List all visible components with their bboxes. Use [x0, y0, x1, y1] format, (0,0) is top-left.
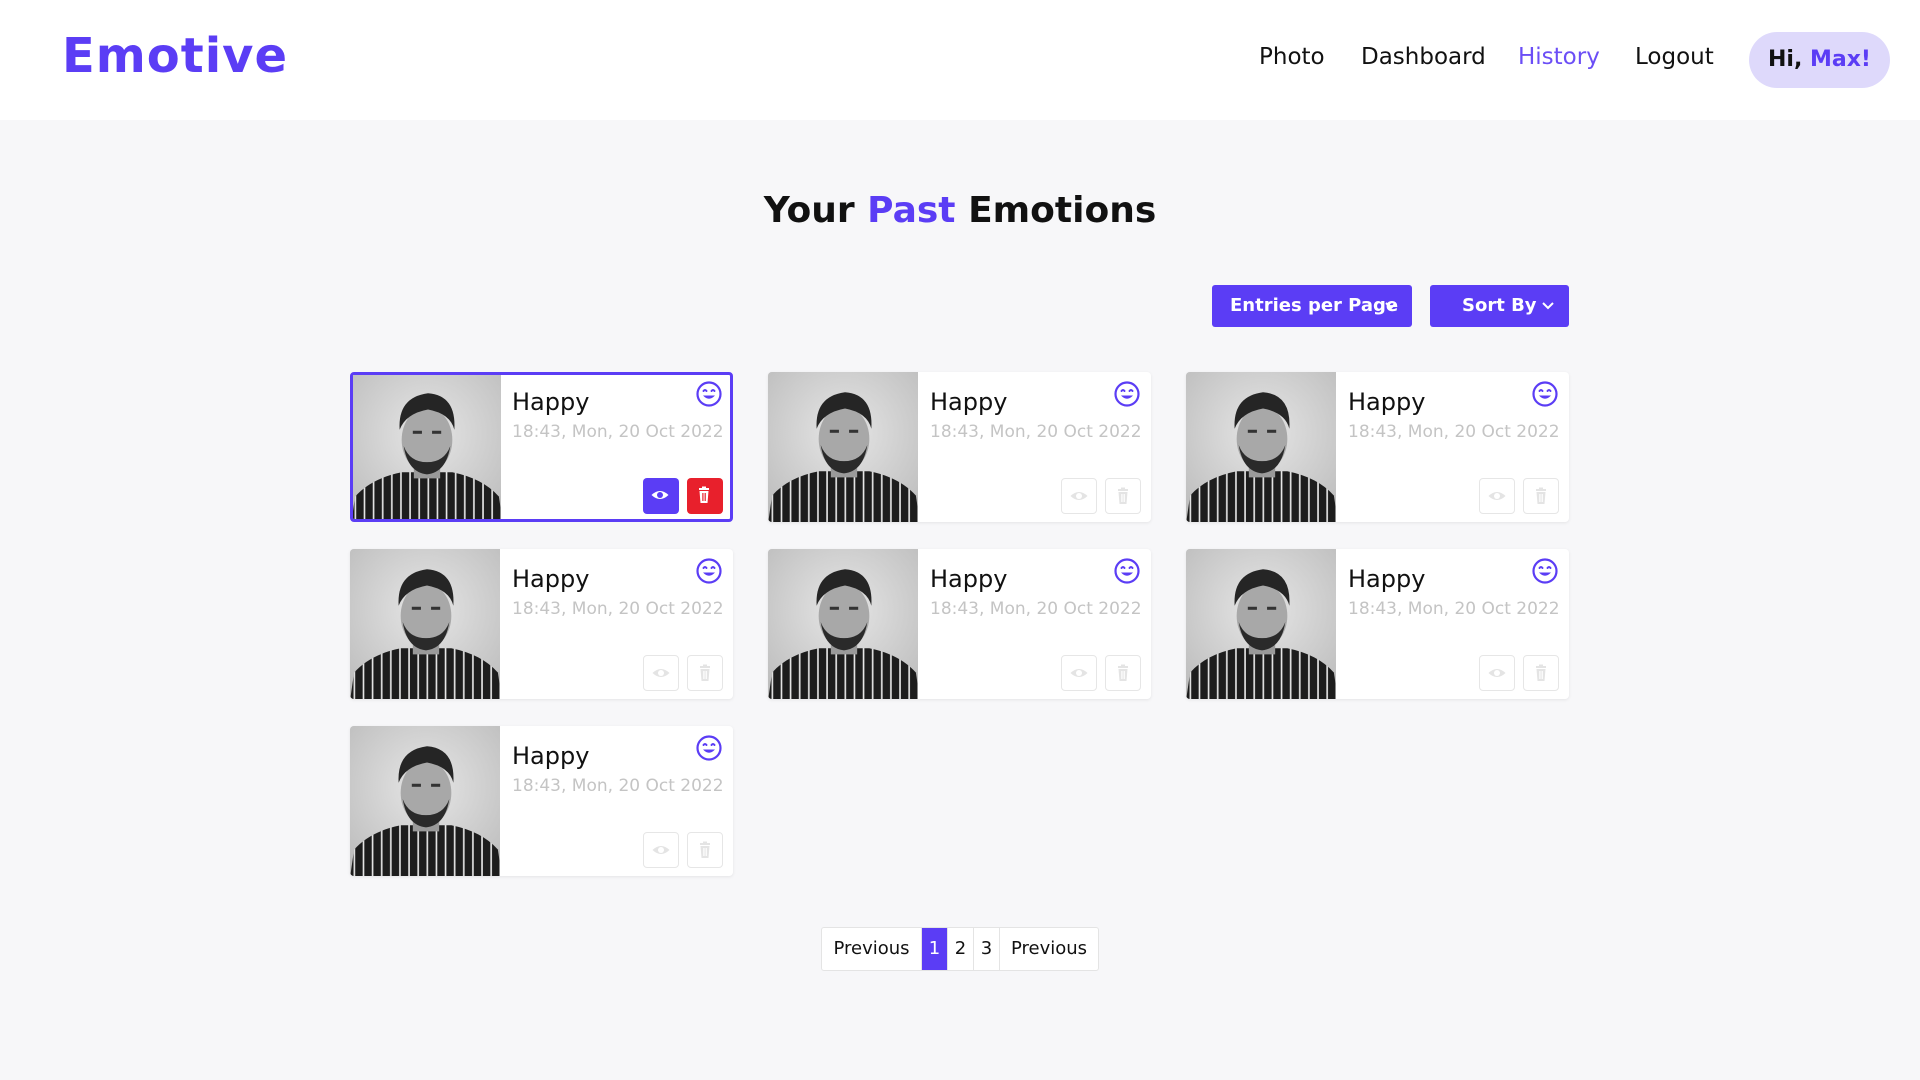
trash-icon	[1118, 487, 1128, 504]
history-card[interactable]: Happy 18:43, Mon, 20 Oct 2022	[350, 726, 733, 876]
eye-icon	[1070, 492, 1088, 500]
smiling-face-icon	[1531, 557, 1559, 585]
title-post: Emotions	[968, 190, 1157, 231]
emotion-label: Happy	[1348, 388, 1426, 416]
trash-icon	[699, 486, 709, 503]
emotion-label: Happy	[512, 742, 590, 770]
user-greeting[interactable]: Hi, Max!	[1749, 32, 1890, 88]
portrait-photo	[1186, 372, 1336, 522]
history-card[interactable]: Happy 18:43, Mon, 20 Oct 2022	[768, 372, 1151, 522]
pagination-next[interactable]: Previous	[1000, 928, 1098, 970]
chevron-down-icon	[1541, 285, 1555, 344]
view-button[interactable]	[1061, 655, 1097, 691]
page-button-2[interactable]: 2	[948, 928, 974, 970]
eye-icon	[652, 846, 670, 854]
trash-icon	[1536, 664, 1546, 681]
smiling-face-icon	[695, 380, 723, 408]
history-card[interactable]: Happy 18:43, Mon, 20 Oct 2022	[1186, 372, 1569, 522]
brand-logo[interactable]: Emotive	[62, 28, 288, 84]
portrait-photo	[353, 375, 501, 519]
emotion-label: Happy	[930, 565, 1008, 593]
history-card[interactable]: Happy 18:43, Mon, 20 Oct 2022	[1186, 549, 1569, 699]
emotion-label: Happy	[1348, 565, 1426, 593]
delete-button[interactable]	[1523, 478, 1559, 514]
portrait-photo	[1186, 549, 1336, 699]
entry-timestamp: 18:43, Mon, 20 Oct 2022	[512, 422, 724, 442]
nav-photo[interactable]: Photo	[1259, 44, 1325, 70]
smiling-face-icon	[1113, 380, 1141, 408]
emotion-label: Happy	[512, 388, 590, 416]
portrait-photo	[768, 549, 918, 699]
eye-icon	[652, 669, 670, 677]
view-button[interactable]	[1061, 478, 1097, 514]
trash-icon	[1118, 664, 1128, 681]
delete-button[interactable]	[687, 655, 723, 691]
view-button[interactable]	[1479, 478, 1515, 514]
view-button[interactable]	[643, 832, 679, 868]
sort-by-dropdown[interactable]: Sort By	[1430, 285, 1569, 327]
history-card[interactable]: Happy 18:43, Mon, 20 Oct 2022	[768, 549, 1151, 699]
greeting-user-name: Max!	[1810, 47, 1871, 72]
nav-logout[interactable]: Logout	[1635, 44, 1714, 70]
top-header: Emotive Photo Dashboard History Logout H…	[0, 0, 1920, 120]
view-button[interactable]	[643, 655, 679, 691]
greeting-prefix: Hi,	[1768, 47, 1803, 72]
emotion-label: Happy	[512, 565, 590, 593]
history-card[interactable]: Happy 18:43, Mon, 20 Oct 2022	[350, 372, 733, 522]
eye-icon	[651, 491, 669, 499]
pagination-previous[interactable]: Previous	[822, 928, 922, 970]
title-pre: Your	[763, 190, 855, 231]
title-accent: Past	[867, 190, 956, 231]
eye-icon	[1070, 669, 1088, 677]
entry-timestamp: 18:43, Mon, 20 Oct 2022	[930, 422, 1142, 442]
page-title: Your Past Emotions	[0, 190, 1920, 231]
entries-per-page-label: Entries per Page	[1230, 295, 1399, 316]
portrait-photo	[350, 726, 500, 876]
smiling-face-icon	[1113, 557, 1141, 585]
view-button[interactable]	[1479, 655, 1515, 691]
history-card[interactable]: Happy 18:43, Mon, 20 Oct 2022	[350, 549, 733, 699]
delete-button[interactable]	[1105, 655, 1141, 691]
eye-icon	[1488, 492, 1506, 500]
entry-timestamp: 18:43, Mon, 20 Oct 2022	[512, 776, 724, 796]
nav-dashboard[interactable]: Dashboard	[1361, 44, 1486, 70]
smiling-face-icon	[695, 734, 723, 762]
smiling-face-icon	[695, 557, 723, 585]
entries-per-page-dropdown[interactable]: Entries per Page	[1212, 285, 1412, 327]
delete-button[interactable]	[1105, 478, 1141, 514]
trash-icon	[700, 664, 710, 681]
entry-timestamp: 18:43, Mon, 20 Oct 2022	[512, 599, 724, 619]
pagination: Previous 1 2 3 Previous	[821, 927, 1099, 971]
entry-timestamp: 18:43, Mon, 20 Oct 2022	[1348, 422, 1560, 442]
delete-button[interactable]	[687, 478, 723, 514]
trash-icon	[700, 841, 710, 858]
delete-button[interactable]	[1523, 655, 1559, 691]
smiling-face-icon	[1531, 380, 1559, 408]
emotion-label: Happy	[930, 388, 1008, 416]
portrait-photo	[350, 549, 500, 699]
page-button-1[interactable]: 1	[922, 928, 948, 970]
portrait-photo	[768, 372, 918, 522]
delete-button[interactable]	[687, 832, 723, 868]
nav-history[interactable]: History	[1518, 44, 1600, 70]
view-button[interactable]	[643, 478, 679, 514]
chevron-down-icon	[1384, 285, 1398, 344]
eye-icon	[1488, 669, 1506, 677]
sort-by-label: Sort By	[1462, 295, 1537, 316]
entry-timestamp: 18:43, Mon, 20 Oct 2022	[1348, 599, 1560, 619]
page-button-3[interactable]: 3	[974, 928, 1000, 970]
trash-icon	[1536, 487, 1546, 504]
entry-timestamp: 18:43, Mon, 20 Oct 2022	[930, 599, 1142, 619]
